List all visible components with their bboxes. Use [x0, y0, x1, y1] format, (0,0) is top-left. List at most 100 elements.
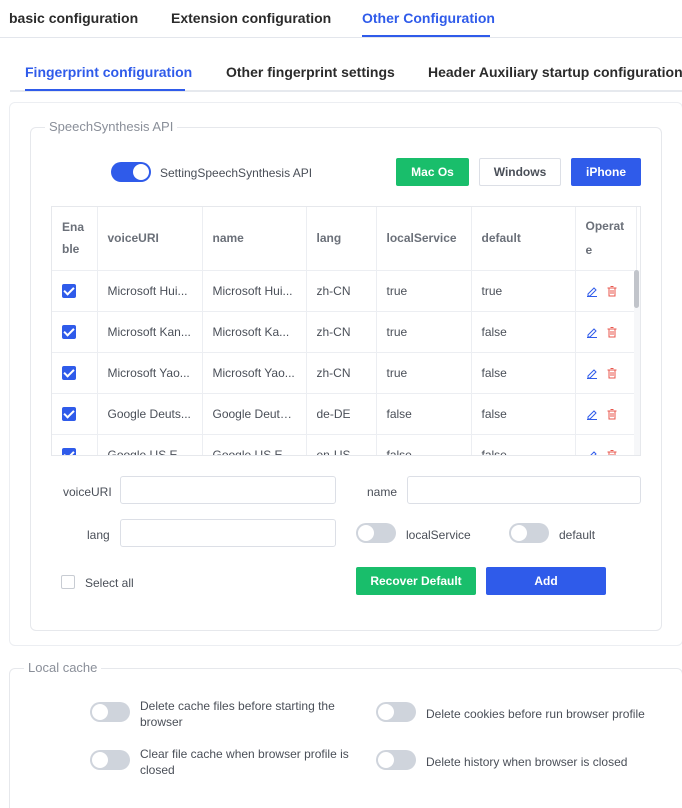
default-toggle[interactable]	[509, 523, 549, 543]
row-enable-checkbox[interactable]	[62, 324, 76, 339]
cell-name: Google US En...	[202, 434, 307, 455]
localservice-toggle[interactable]	[356, 523, 396, 543]
edit-icon[interactable]	[586, 285, 598, 298]
active-subtab-indicator	[25, 89, 185, 91]
column-header-default: default	[471, 207, 576, 271]
tab-other-fingerprint-settings[interactable]: Other fingerprint settings	[226, 64, 395, 80]
column-header-localservice: localService	[376, 207, 472, 271]
row-operate-cell	[575, 352, 637, 394]
recover-default-button[interactable]: Recover Default	[356, 567, 476, 595]
cell-localservice: false	[376, 434, 472, 455]
cell-lang: en-US	[306, 434, 377, 455]
speech-synthesis-toggle-label: SettingSpeechSynthesis API	[160, 166, 313, 180]
cell-name: Microsoft Ka...	[202, 311, 307, 353]
row-enable-cell	[52, 352, 98, 394]
cell-default: false	[471, 352, 576, 394]
voices-table: Ena ble voiceURI name lang localService …	[51, 206, 641, 456]
preset-windows-button[interactable]: Windows	[479, 158, 561, 186]
cell-default: false	[471, 393, 576, 435]
table-header-row: Ena ble voiceURI name lang localService …	[52, 207, 637, 271]
cell-default: false	[471, 434, 576, 455]
cell-lang: zh-CN	[306, 270, 377, 312]
column-header-voiceuri: voiceURI	[97, 207, 203, 271]
row-enable-cell	[52, 270, 98, 312]
tab-fingerprint-configuration[interactable]: Fingerprint configuration	[25, 64, 192, 80]
cell-voiceuri: Google US En...	[97, 434, 203, 455]
cell-default: true	[471, 270, 576, 312]
delete-cookies-toggle[interactable]	[376, 702, 416, 722]
cell-localservice: true	[376, 352, 472, 394]
select-all-label: Select all	[85, 576, 134, 590]
voiceuri-input[interactable]	[120, 476, 336, 504]
delete-cache-before-start-label: Delete cache files before starting the b…	[140, 699, 335, 729]
column-header-operate: Operat e	[575, 207, 637, 271]
edit-icon[interactable]	[586, 449, 598, 456]
edit-icon[interactable]	[586, 367, 598, 380]
row-enable-checkbox[interactable]	[62, 365, 76, 380]
active-tab-indicator	[362, 35, 490, 37]
speech-synthesis-legend: SpeechSynthesis API	[45, 119, 178, 134]
sub-tab-bar: Fingerprint configuration Other fingerpr…	[10, 54, 682, 92]
row-enable-checkbox[interactable]	[62, 447, 76, 455]
table-row: Google US En... Google US En... en-US false…	[52, 434, 637, 456]
trash-icon[interactable]	[606, 449, 618, 456]
cell-name: Microsoft Hui...	[202, 270, 307, 312]
table-row: Microsoft Kan... Microsoft Ka... zh-CN true…	[52, 311, 637, 353]
cell-voiceuri: Microsoft Yao...	[97, 352, 203, 394]
default-label: default	[559, 528, 596, 542]
localservice-label: localService	[406, 528, 471, 542]
row-enable-cell	[52, 434, 98, 455]
preset-macos-button[interactable]: Mac Os	[396, 158, 469, 186]
tab-extension-configuration[interactable]: Extension configuration	[171, 10, 331, 26]
add-button[interactable]: Add	[486, 567, 606, 595]
delete-cache-before-start-toggle[interactable]	[90, 702, 130, 722]
cell-localservice: true	[376, 311, 472, 353]
cell-name: Google Deuts...	[202, 393, 307, 435]
tab-header-auxiliary-startup[interactable]: Header Auxiliary startup configuration	[428, 64, 682, 80]
cell-localservice: true	[376, 270, 472, 312]
trash-icon[interactable]	[606, 326, 618, 338]
table-row: Google Deuts... Google Deuts... de-DE false…	[52, 393, 637, 435]
lang-input[interactable]	[120, 519, 336, 547]
delete-history-toggle[interactable]	[376, 750, 416, 770]
cell-default: false	[471, 311, 576, 353]
select-all-checkbox[interactable]	[61, 575, 75, 589]
column-header-enable: Ena ble	[52, 207, 98, 271]
cell-voiceuri: Microsoft Kan...	[97, 311, 203, 353]
local-cache-group: Local cache	[9, 660, 682, 808]
name-input[interactable]	[407, 476, 641, 504]
edit-icon[interactable]	[586, 408, 598, 421]
row-operate-cell	[575, 311, 637, 353]
row-enable-checkbox[interactable]	[62, 283, 76, 298]
preset-iphone-button[interactable]: iPhone	[571, 158, 641, 186]
voiceuri-label: voiceURI	[63, 485, 112, 499]
table-row: Microsoft Yao... Microsoft Yao... zh-CN tru…	[52, 352, 637, 394]
cell-localservice: false	[376, 393, 472, 435]
row-enable-checkbox[interactable]	[62, 406, 76, 421]
clear-file-cache-label: Clear file cache when browser profile is…	[140, 747, 349, 777]
row-operate-cell	[575, 270, 637, 312]
local-cache-legend: Local cache	[24, 660, 102, 675]
lang-label: lang	[87, 528, 110, 542]
name-label: name	[367, 485, 398, 499]
edit-icon[interactable]	[586, 326, 598, 339]
tab-other-configuration[interactable]: Other Configuration	[362, 10, 495, 26]
cell-lang: de-DE	[306, 393, 377, 435]
cell-name: Microsoft Yao...	[202, 352, 307, 394]
cell-lang: zh-CN	[306, 311, 377, 353]
row-operate-cell	[575, 434, 637, 456]
table-scrollbar[interactable]	[634, 270, 640, 455]
trash-icon[interactable]	[606, 367, 618, 379]
trash-icon[interactable]	[606, 285, 618, 297]
cell-voiceuri: Microsoft Hui...	[97, 270, 203, 312]
top-tab-bar: basic configuration Extension configurat…	[0, 0, 682, 38]
tab-basic-configuration[interactable]: basic configuration	[9, 10, 138, 26]
delete-history-label: Delete history when browser is closed	[426, 755, 628, 769]
cell-voiceuri: Google Deuts...	[97, 393, 203, 435]
trash-icon[interactable]	[606, 408, 618, 420]
clear-file-cache-toggle[interactable]	[90, 750, 130, 770]
table-row: Microsoft Hui... Microsoft Hui... zh-CN tru…	[52, 270, 637, 312]
speech-synthesis-toggle[interactable]	[111, 162, 151, 182]
row-enable-cell	[52, 311, 98, 353]
cell-lang: zh-CN	[306, 352, 377, 394]
